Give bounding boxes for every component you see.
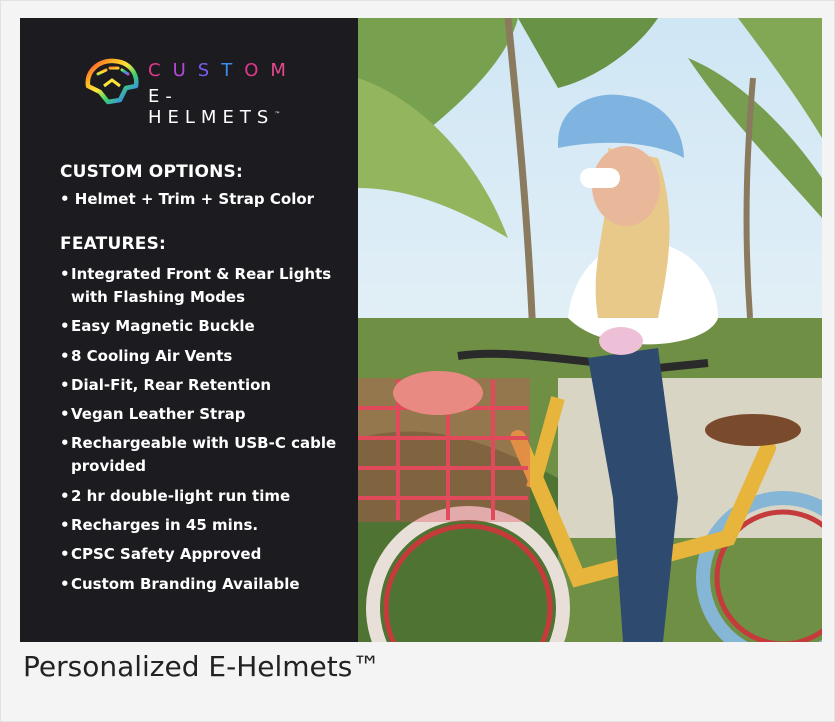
feature-item: Custom Branding Available (60, 573, 356, 596)
logo-letter: T (221, 60, 245, 81)
custom-options-item: • Helmet + Trim + Strap Color (60, 190, 315, 208)
logo-wordmark-top: CUSTOM (148, 60, 298, 81)
feature-item: 2 hr double-light run time (60, 485, 356, 508)
brand-logo: CUSTOM E-HELMETS™ (80, 56, 300, 128)
product-banner-image[interactable]: CUSTOM E-HELMETS™ CUSTOM OPTIONS: • Helm… (20, 18, 822, 642)
logo-letter: S (197, 60, 222, 81)
logo-trademark: ™ (274, 111, 281, 118)
feature-item: Integrated Front & Rear Lights with Flas… (60, 263, 356, 309)
logo-letter: O (244, 60, 271, 81)
logo-wordmark-bottom: E-HELMETS™ (148, 86, 300, 128)
product-photo (358, 18, 822, 642)
feature-item: CPSC Safety Approved (60, 543, 356, 566)
logo-letter: M (270, 60, 298, 81)
woman-on-bike-photo (358, 18, 822, 642)
features-heading: FEATURES: (60, 234, 167, 254)
feature-item: 8 Cooling Air Vents (60, 345, 356, 368)
product-caption[interactable]: Personalized E-Helmets™ (23, 650, 380, 683)
feature-item: Dial-Fit, Rear Retention (60, 374, 356, 397)
product-card[interactable]: CUSTOM E-HELMETS™ CUSTOM OPTIONS: • Helm… (0, 0, 835, 722)
feature-item: Vegan Leather Strap (60, 403, 356, 426)
custom-options-heading: CUSTOM OPTIONS: (60, 162, 243, 182)
features-list: Integrated Front & Rear Lights with Flas… (60, 263, 356, 602)
feature-item: Rechargeable with USB-C cable provided (60, 432, 356, 478)
feature-item: Recharges in 45 mins. (60, 514, 356, 537)
feature-item: Easy Magnetic Buckle (60, 315, 356, 338)
logo-letter: U (172, 60, 198, 81)
info-panel: CUSTOM E-HELMETS™ CUSTOM OPTIONS: • Helm… (20, 18, 358, 642)
logo-letter: C (148, 60, 173, 81)
rainbow-helmet-icon (85, 58, 139, 105)
logo-bottom-text: E-HELMETS (148, 86, 275, 128)
